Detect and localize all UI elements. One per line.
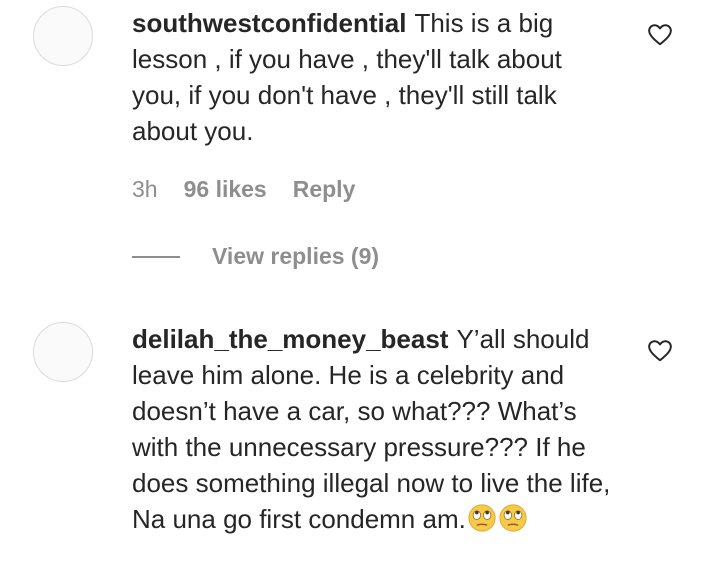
comment-text: Y’all should leave him alone. He is a ce… bbox=[132, 324, 611, 534]
comment-meta: 3h 96 likes Reply bbox=[132, 176, 355, 203]
avatar[interactable] bbox=[33, 6, 93, 66]
comment-username[interactable]: southwestconfidential bbox=[132, 8, 406, 38]
rolling-eyes-emoji-icon bbox=[499, 504, 527, 532]
comment-likes[interactable]: 96 likes bbox=[184, 176, 267, 203]
heart-outline-icon[interactable] bbox=[647, 22, 673, 48]
comment-body: delilah_the_money_beast Y’all should leav… bbox=[132, 321, 612, 537]
view-replies-divider bbox=[132, 255, 180, 258]
comment-body: southwestconfidential This is a big lesso… bbox=[132, 5, 612, 149]
heart-outline-icon[interactable] bbox=[647, 338, 673, 364]
comment-username[interactable]: delilah_the_money_beast bbox=[132, 324, 448, 354]
comment-timestamp: 3h bbox=[132, 176, 158, 202]
avatar[interactable] bbox=[33, 322, 93, 382]
rolling-eyes-emoji-icon bbox=[468, 504, 496, 532]
reply-button[interactable]: Reply bbox=[293, 176, 356, 203]
view-replies-button[interactable]: View replies (9) bbox=[132, 243, 379, 270]
view-replies-label: View replies (9) bbox=[212, 243, 380, 269]
